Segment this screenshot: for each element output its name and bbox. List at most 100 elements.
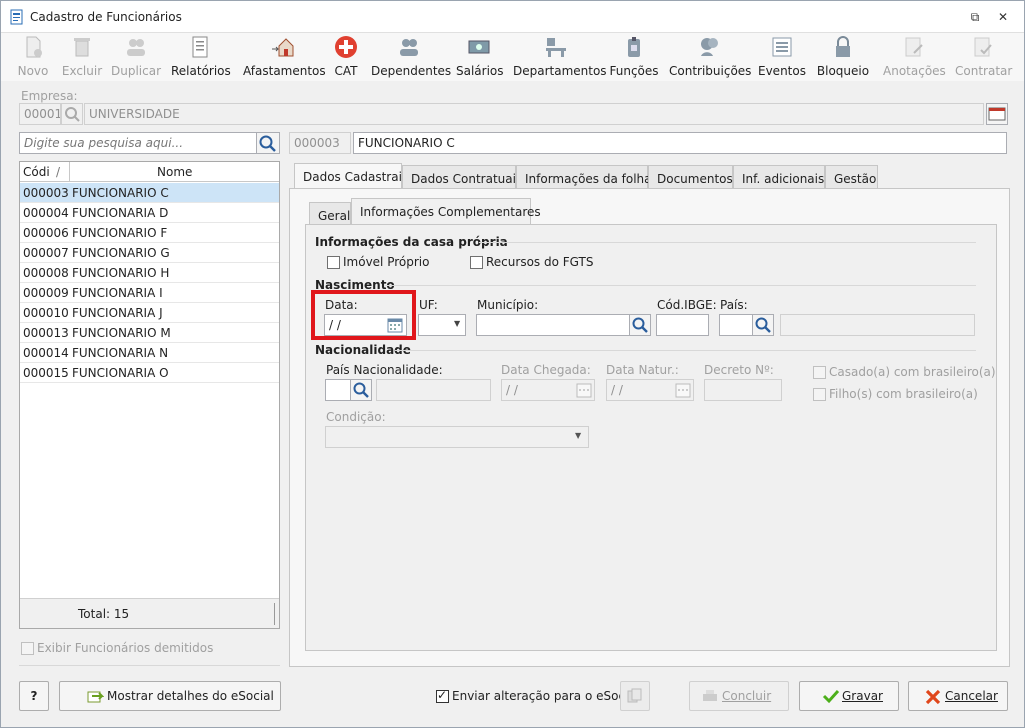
new-document-icon bbox=[26, 36, 42, 58]
leaves-button[interactable]: Afastamentos bbox=[243, 35, 326, 79]
row-code: 000014 bbox=[23, 346, 69, 360]
tab-gestao[interactable]: Gestão bbox=[825, 165, 878, 189]
row-name: FUNCIONARIA O bbox=[72, 366, 169, 380]
functions-button[interactable]: Funções bbox=[609, 35, 659, 79]
table-row[interactable]: 000010 FUNCIONARIA J bbox=[20, 303, 279, 323]
municipio-search-button[interactable] bbox=[629, 314, 651, 336]
table-row[interactable]: 000015 FUNCIONARIA O bbox=[20, 363, 279, 383]
casado-brasileiro-checkbox[interactable] bbox=[813, 366, 826, 379]
new-button[interactable]: Novo bbox=[15, 35, 51, 79]
send-esocial-checkbox[interactable]: ✓ bbox=[436, 688, 449, 703]
reports-button[interactable]: Relatórios bbox=[171, 35, 231, 79]
help-button[interactable]: ? bbox=[19, 681, 49, 711]
events-button[interactable]: Eventos bbox=[758, 35, 806, 79]
imovel-proprio-checkbox[interactable] bbox=[327, 256, 340, 269]
delete-button[interactable]: Excluir bbox=[61, 35, 103, 79]
grid-footer: Total: 15 bbox=[20, 598, 279, 628]
esocial-details-button[interactable]: Mostrar detalhes do eSocial bbox=[59, 681, 281, 711]
table-row[interactable]: 000003 FUNCIONARIO C bbox=[20, 183, 279, 203]
search-icon bbox=[259, 135, 276, 152]
show-dismissed-checkbox[interactable] bbox=[21, 642, 34, 655]
cancel-x-icon bbox=[925, 689, 941, 705]
window-title: Cadastro de Funcionários bbox=[30, 10, 182, 24]
desk-icon bbox=[546, 38, 566, 57]
gravar-button[interactable]: Gravar bbox=[799, 681, 899, 711]
table-row[interactable]: 000007 FUNCIONARIO G bbox=[20, 243, 279, 263]
row-name: FUNCIONARIO C bbox=[72, 186, 169, 200]
employee-name-field[interactable]: FUNCIONARIO C bbox=[353, 132, 1007, 154]
ibge-field[interactable] bbox=[656, 314, 709, 336]
search-input[interactable]: Digite sua pesquisa aqui... bbox=[19, 132, 257, 154]
contributions-icon bbox=[701, 38, 718, 56]
table-row[interactable]: 000013 FUNCIONARIO M bbox=[20, 323, 279, 343]
tab-informacoes-folha[interactable]: Informações da folha bbox=[516, 165, 652, 189]
divider bbox=[385, 285, 976, 286]
condicao-label: Condição: bbox=[326, 410, 386, 424]
decreto-field bbox=[704, 379, 782, 401]
notes-button[interactable]: Anotações bbox=[883, 35, 946, 79]
recursos-fgts-checkbox[interactable] bbox=[470, 256, 483, 269]
red-cross-icon bbox=[335, 36, 357, 58]
empresa-label: Empresa: bbox=[21, 89, 78, 103]
table-row[interactable]: 000014 FUNCIONARIA N bbox=[20, 343, 279, 363]
condicao-select bbox=[325, 426, 589, 448]
pais-name-field bbox=[780, 314, 975, 336]
column-header-code[interactable]: Códi bbox=[23, 165, 50, 179]
sub-tabs: Geral Informações Complementares bbox=[309, 198, 541, 226]
row-code: 000010 bbox=[23, 306, 69, 320]
table-row[interactable]: 000004 FUNCIONARIA D bbox=[20, 203, 279, 223]
pais-nacionalidade-code-field[interactable] bbox=[325, 379, 351, 401]
pais-nacionalidade-search-button[interactable] bbox=[350, 379, 372, 401]
esocial-send-button[interactable] bbox=[620, 681, 650, 711]
departments-button[interactable]: Departamentos bbox=[513, 35, 607, 79]
cancelar-button[interactable]: Cancelar bbox=[908, 681, 1008, 711]
uf-label: UF: bbox=[419, 298, 438, 312]
tab-informacoes-complementares[interactable]: Informações Complementares bbox=[351, 198, 541, 226]
search-icon bbox=[632, 317, 648, 333]
column-header-name[interactable]: Nome bbox=[157, 165, 192, 179]
pais-search-button[interactable] bbox=[752, 314, 774, 336]
column-divider bbox=[69, 162, 70, 182]
close-icon[interactable]: ✕ bbox=[995, 9, 1011, 25]
report-icon bbox=[192, 36, 208, 58]
concluir-button[interactable]: Concluir bbox=[689, 681, 789, 711]
recursos-fgts-label: Recursos do FGTS bbox=[486, 255, 594, 269]
table-row[interactable]: 000009 FUNCIONARIA I bbox=[20, 283, 279, 303]
contributions-button[interactable]: Contribuições bbox=[669, 35, 751, 79]
ibge-label: Cód.IBGE: bbox=[657, 298, 717, 312]
filho-brasileiro-checkbox[interactable] bbox=[813, 388, 826, 401]
tab-geral[interactable]: Geral bbox=[309, 202, 351, 226]
tab-dados-contratuais[interactable]: Dados Contratuais bbox=[402, 165, 522, 189]
cat-button[interactable]: CAT bbox=[332, 35, 360, 79]
send-esocial-label: Enviar alteração para o eSocial bbox=[452, 689, 640, 703]
tab-documentos[interactable]: Documentos bbox=[648, 165, 733, 189]
municipio-field[interactable] bbox=[476, 314, 630, 336]
calendar-icon bbox=[576, 383, 592, 398]
tab-dados-cadastrais[interactable]: Dados Cadastrais bbox=[294, 163, 408, 189]
duplicate-button[interactable]: Duplicar bbox=[111, 35, 161, 79]
salaries-button[interactable]: Salários bbox=[456, 35, 504, 79]
restore-icon[interactable]: ⧉ bbox=[967, 9, 983, 25]
hire-button[interactable]: Contratar bbox=[955, 35, 1012, 79]
tab-inf-adicionais[interactable]: Inf. adicionais bbox=[733, 165, 825, 189]
table-row[interactable]: 000006 FUNCIONARIO F bbox=[20, 223, 279, 243]
pais-code-field[interactable] bbox=[719, 314, 753, 336]
trash-icon bbox=[74, 38, 90, 57]
pais-label: País: bbox=[720, 298, 748, 312]
dependents-button[interactable]: Dependentes bbox=[371, 35, 451, 79]
calendar-grid-button[interactable] bbox=[986, 103, 1008, 125]
chevron-down-icon: ▼ bbox=[575, 431, 582, 440]
empresa-search-button bbox=[61, 103, 83, 125]
table-row[interactable]: 000008 FUNCIONARIO H bbox=[20, 263, 279, 283]
row-name: FUNCIONARIO F bbox=[72, 226, 168, 240]
main-window: Cadastro de Funcionários ⧉ ✕ Novo Exclui… bbox=[0, 0, 1025, 728]
employee-code-field: 000003 bbox=[289, 132, 351, 154]
house-arrow-icon bbox=[272, 38, 294, 57]
row-code: 000015 bbox=[23, 366, 69, 380]
empresa-name-field: UNIVERSIDADE bbox=[84, 103, 984, 125]
search-icon bbox=[755, 317, 771, 333]
chevron-down-icon: ▼ bbox=[454, 319, 461, 328]
lock-button[interactable]: Bloqueio bbox=[816, 35, 870, 79]
footer-divider bbox=[274, 603, 275, 625]
search-button[interactable] bbox=[256, 132, 280, 154]
